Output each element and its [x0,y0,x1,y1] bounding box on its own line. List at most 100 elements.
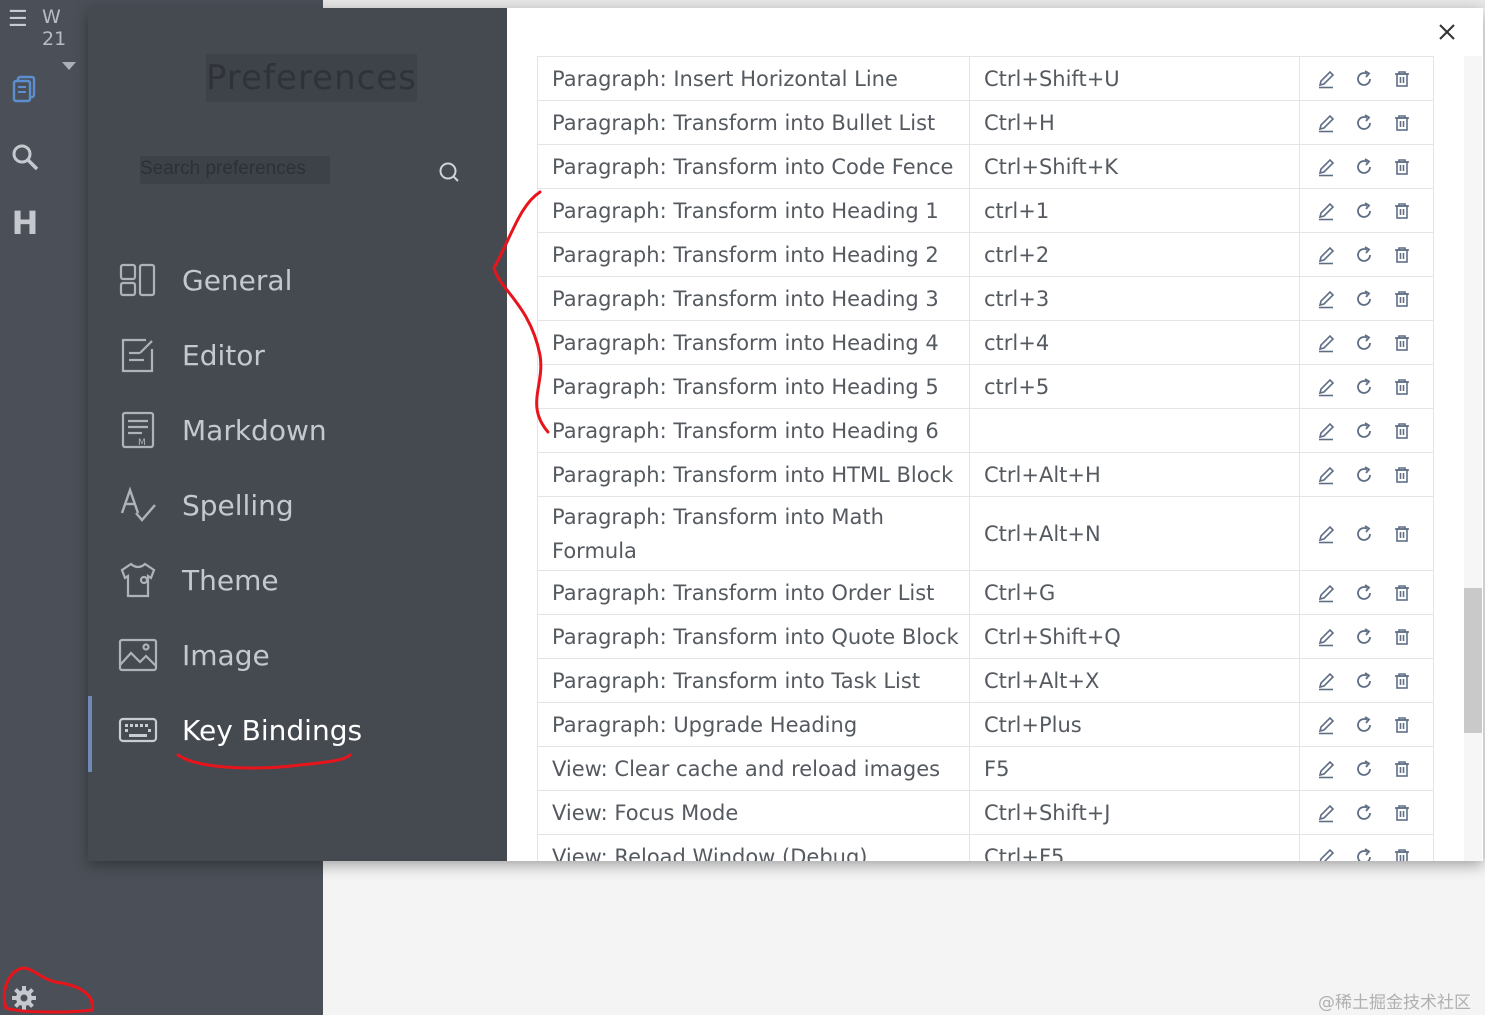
sidebar-item-image[interactable]: Image [88,627,507,683]
delete-icon[interactable] [1392,245,1412,265]
toc-heading-icon[interactable]: H [8,204,42,242]
reset-icon[interactable] [1354,157,1374,177]
actions-cell [1300,409,1433,452]
delete-icon[interactable] [1392,803,1412,823]
reset-icon[interactable] [1354,245,1374,265]
table-row: View: Focus Mode Ctrl+Shift+J [537,791,1434,835]
delete-icon[interactable] [1392,627,1412,647]
edit-icon[interactable] [1316,377,1336,397]
delete-icon[interactable] [1392,671,1412,691]
delete-icon[interactable] [1392,289,1412,309]
command-cell: Paragraph: Transform into HTML Block [538,453,970,496]
reset-icon[interactable] [1354,715,1374,735]
edit-icon[interactable] [1316,847,1336,861]
actions-cell [1300,703,1433,746]
edit-icon[interactable] [1316,289,1336,309]
reset-icon[interactable] [1354,289,1374,309]
scrollbar-thumb[interactable] [1464,588,1482,733]
sidebar-item-label: Markdown [182,414,327,447]
sidebar-item-spelling[interactable]: Spelling [88,477,507,533]
spelling-icon [120,486,156,522]
sidebar-item-label: Key Bindings [182,714,363,747]
command-cell: Paragraph: Transform into Math Formula [538,497,970,570]
command-cell: Paragraph: Transform into Heading 5 [538,365,970,408]
reset-icon[interactable] [1354,583,1374,603]
table-row: Paragraph: Upgrade Heading Ctrl+Plus [537,703,1434,747]
delete-icon[interactable] [1392,465,1412,485]
table-row: Paragraph: Insert Horizontal Line Ctrl+Sh… [537,57,1434,101]
sidebar-item-theme[interactable]: Theme [88,552,507,608]
actions-cell [1300,791,1433,834]
delete-icon[interactable] [1392,157,1412,177]
sidebar-item-general[interactable]: General [88,252,507,308]
reset-icon[interactable] [1354,803,1374,823]
editor-top-strip [323,0,1485,8]
delete-icon[interactable] [1392,759,1412,779]
edit-icon[interactable] [1316,69,1336,89]
active-indicator [88,696,92,772]
command-cell: View: Focus Mode [538,791,970,834]
command-cell: Paragraph: Upgrade Heading [538,703,970,746]
key-cell: Ctrl+Plus [970,703,1300,746]
edit-icon[interactable] [1316,113,1336,133]
keyboard-icon [118,717,158,743]
search-input[interactable]: Search preferences [140,156,330,184]
close-icon[interactable] [1435,20,1459,44]
actions-cell [1300,145,1433,188]
files-icon[interactable] [8,72,42,106]
edit-icon[interactable] [1316,803,1336,823]
delete-icon[interactable] [1392,113,1412,133]
delete-icon[interactable] [1392,524,1412,544]
delete-icon[interactable] [1392,847,1412,861]
delete-icon[interactable] [1392,377,1412,397]
delete-icon[interactable] [1392,715,1412,735]
edit-icon[interactable] [1316,421,1336,441]
edit-icon[interactable] [1316,201,1336,221]
reset-icon[interactable] [1354,201,1374,221]
delete-icon[interactable] [1392,333,1412,353]
edit-icon[interactable] [1316,333,1336,353]
scrollbar-track[interactable] [1464,56,1482,861]
menu-icon[interactable]: ☰ [8,6,28,32]
edit-icon[interactable] [1316,715,1336,735]
edit-icon[interactable] [1316,157,1336,177]
edit-icon[interactable] [1316,583,1336,603]
reset-icon[interactable] [1354,847,1374,861]
gear-icon[interactable] [10,984,38,1015]
search-icon[interactable] [438,160,462,189]
actions-cell [1300,321,1433,364]
command-cell: Paragraph: Transform into Bullet List [538,101,970,144]
chevron-down-icon[interactable] [62,62,76,70]
edit-icon[interactable] [1316,671,1336,691]
reset-icon[interactable] [1354,113,1374,133]
reset-icon[interactable] [1354,524,1374,544]
table-row: Paragraph: Transform into Quote Block Ctr… [537,615,1434,659]
delete-icon[interactable] [1392,421,1412,441]
sidebar-item-key-bindings[interactable]: Key Bindings [88,696,507,772]
sidebar-item-label: Editor [182,339,265,372]
edit-icon[interactable] [1316,759,1336,779]
reset-icon[interactable] [1354,465,1374,485]
search-icon[interactable] [8,140,42,174]
key-cell: F5 [970,747,1300,790]
edit-icon[interactable] [1316,465,1336,485]
reset-icon[interactable] [1354,627,1374,647]
delete-icon[interactable] [1392,69,1412,89]
table-row: Paragraph: Transform into Bullet List Ctr… [537,101,1434,145]
reset-icon[interactable] [1354,69,1374,89]
actions-cell [1300,835,1433,861]
edit-icon[interactable] [1316,627,1336,647]
edit-icon[interactable] [1316,524,1336,544]
reset-icon[interactable] [1354,333,1374,353]
keybindings-panel: Paragraph: Insert Horizontal Line Ctrl+Sh… [507,8,1483,861]
reset-icon[interactable] [1354,759,1374,779]
delete-icon[interactable] [1392,201,1412,221]
delete-icon[interactable] [1392,583,1412,603]
reset-icon[interactable] [1354,377,1374,397]
reset-icon[interactable] [1354,671,1374,691]
sidebar-item-markdown[interactable]: M Markdown [88,402,507,458]
sidebar-item-editor[interactable]: Editor [88,327,507,383]
edit-icon[interactable] [1316,245,1336,265]
key-cell: ctrl+4 [970,321,1300,364]
reset-icon[interactable] [1354,421,1374,441]
